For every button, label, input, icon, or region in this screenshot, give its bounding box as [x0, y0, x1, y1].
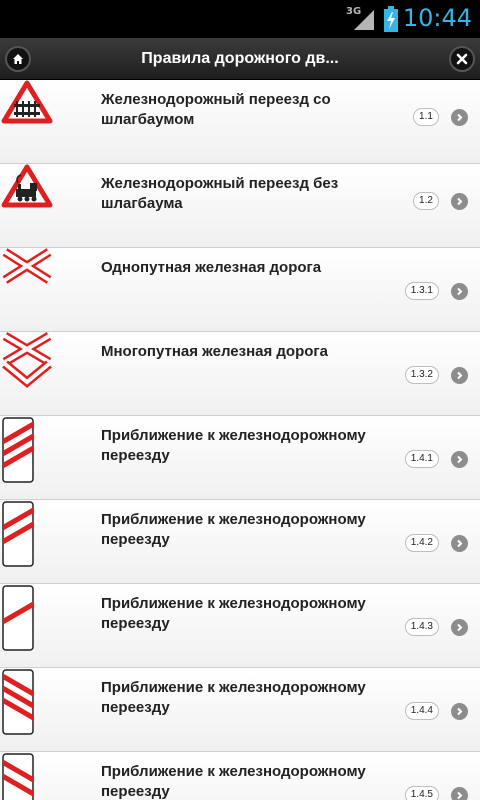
code-badge: 1.1: [413, 108, 439, 126]
code-badge: 1.4.2: [404, 534, 439, 552]
list-item[interactable]: Приближение к железнодорожному переезду …: [0, 416, 480, 500]
chevron-right-icon: [451, 283, 468, 300]
code-badge: 1.4.3: [404, 618, 439, 636]
item-label: Железнодорожный переезд со шлагбаумом: [101, 91, 331, 128]
status-bar: 3G 10:44: [0, 0, 480, 38]
code-badge: 1.4.4: [404, 702, 439, 720]
item-label: Однопутная железная дорога: [101, 259, 322, 276]
approach-two-stripes-left-sign: [2, 753, 34, 800]
railway-crossing-no-barrier-sign: [1, 164, 53, 208]
railway-crossing-barrier-sign: [1, 80, 53, 124]
list-item[interactable]: Приближение к железнодорожному переезду …: [0, 500, 480, 584]
approach-one-stripe-right-sign: [2, 585, 34, 651]
signal-icon: [354, 10, 374, 30]
approach-three-stripes-right-sign: [2, 417, 34, 483]
code-badge: 1.4.5: [404, 786, 439, 800]
multi-track-cross-sign: [2, 332, 52, 388]
battery-charging-icon: [384, 6, 398, 32]
chevron-right-icon: [451, 109, 468, 126]
page-title: Правила дорожного дв...: [141, 50, 339, 67]
chevron-right-icon: [451, 193, 468, 210]
home-icon: [13, 54, 23, 64]
chevron-right-icon: [451, 703, 468, 720]
code-badge: 1.3.1: [404, 282, 439, 300]
list-item[interactable]: Железнодорожный переезд без шлагбаума 1.…: [0, 164, 480, 248]
single-track-cross-sign: [2, 248, 52, 284]
close-icon: [456, 53, 468, 65]
clock: 10:44: [402, 4, 472, 32]
list-item[interactable]: Приближение к железнодорожному переезду …: [0, 752, 480, 800]
list-item[interactable]: Железнодорожный переезд со шлагбаумом 1.…: [0, 80, 480, 164]
item-label: Приближение к железнодорожному переезду: [101, 595, 366, 632]
item-label: Железнодорожный переезд без шлагбаума: [101, 175, 339, 212]
chevron-right-icon: [451, 367, 468, 384]
chevron-right-icon: [451, 787, 468, 800]
list-item[interactable]: Однопутная железная дорога 1.3.1: [0, 248, 480, 332]
list-item[interactable]: Приближение к железнодорожному переезду …: [0, 584, 480, 668]
code-badge: 1.4.1: [404, 450, 439, 468]
item-label: Приближение к железнодорожному переезду: [101, 427, 366, 464]
close-button[interactable]: [449, 46, 475, 72]
code-badge: 1.2: [413, 192, 439, 210]
list-item[interactable]: Многопутная железная дорога 1.3.2: [0, 332, 480, 416]
chevron-right-icon: [451, 535, 468, 552]
item-label: Приближение к железнодорожному переезду: [101, 679, 366, 716]
home-button[interactable]: [5, 46, 31, 72]
title-bar: Правила дорожного дв...: [0, 38, 480, 80]
approach-two-stripes-right-sign: [2, 501, 34, 567]
list-item[interactable]: Приближение к железнодорожному переезду …: [0, 668, 480, 752]
code-badge: 1.3.2: [404, 366, 439, 384]
chevron-right-icon: [451, 451, 468, 468]
chevron-right-icon: [451, 619, 468, 636]
sign-list: Железнодорожный переезд со шлагбаумом 1.…: [0, 80, 480, 800]
approach-three-stripes-left-sign: [2, 669, 34, 735]
item-label: Многопутная железная дорога: [101, 343, 329, 360]
item-label: Приближение к железнодорожному переезду: [101, 511, 366, 548]
item-label: Приближение к железнодорожному переезду: [101, 763, 366, 800]
